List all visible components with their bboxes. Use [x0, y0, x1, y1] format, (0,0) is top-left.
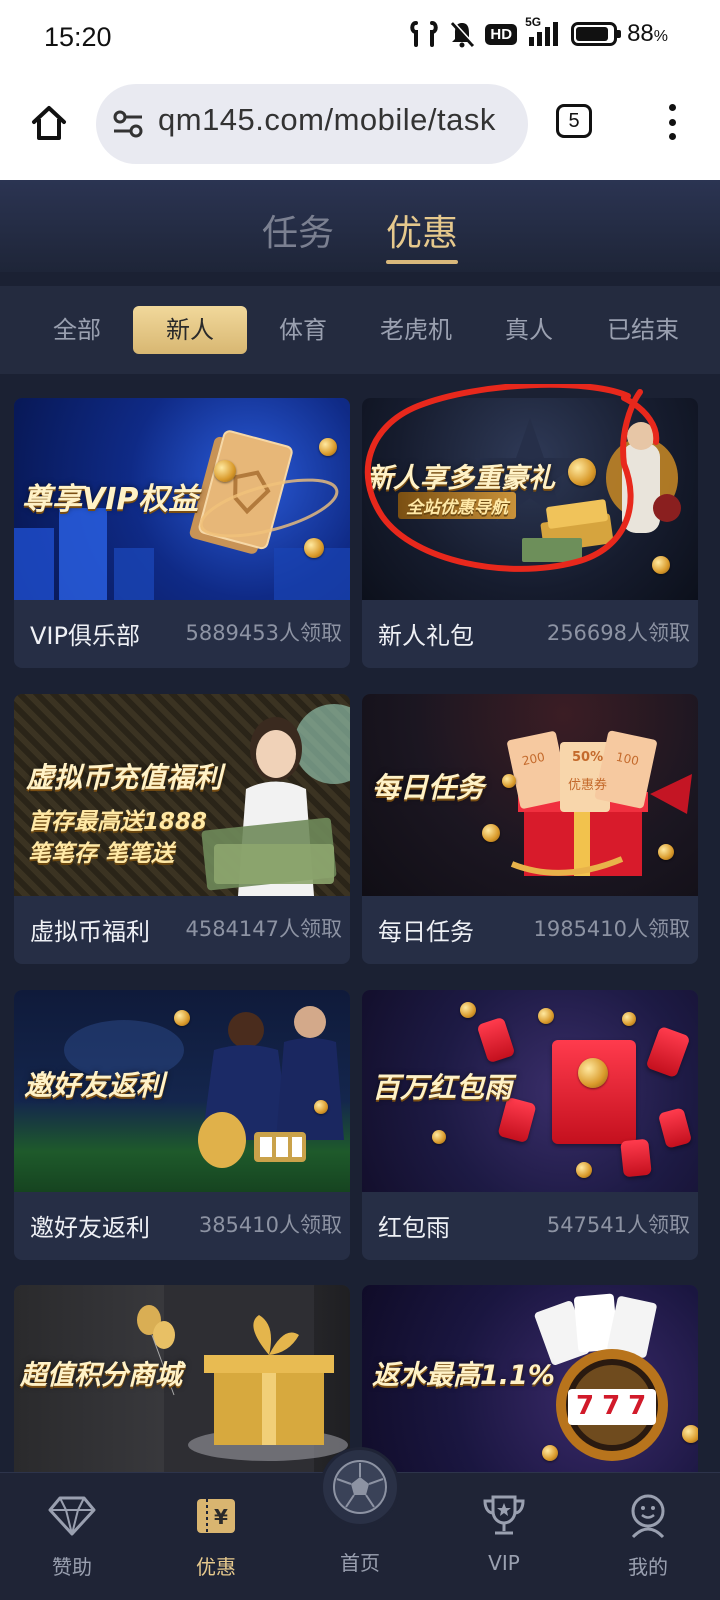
battery-percent: 88	[627, 20, 654, 47]
coupon-label-2: 50%	[572, 750, 604, 765]
nav-label: 赞助	[52, 1555, 92, 1579]
promo-banner: 尊享VIP权益	[14, 398, 350, 600]
nav-label: 优惠	[196, 1555, 236, 1579]
overflow-menu-icon[interactable]	[652, 102, 692, 142]
tab-switcher-button[interactable]: 5	[556, 104, 592, 138]
card-claim-count: 1985410人领取	[533, 917, 690, 941]
nav-label: VIP	[488, 1551, 520, 1575]
promo-card-vip-club[interactable]: 尊享VIP权益 VIP俱乐部 5889453人领取	[14, 398, 350, 668]
bottom-navigation: 赞助 ¥ 优惠 首页 VIP 我的	[0, 1447, 720, 1600]
card-claim-count: 385410人领取	[198, 1213, 342, 1237]
tab-tasks[interactable]: 任务	[262, 204, 334, 256]
svg-text:¥: ¥	[214, 1505, 228, 1529]
category-live-casino[interactable]: 真人	[484, 306, 574, 354]
nav-label-home[interactable]: 首页	[300, 1547, 420, 1576]
banner-title: 新人享多重豪礼	[366, 463, 555, 494]
banner-subtitle-2: 笔笔存 笔笔送	[28, 841, 175, 867]
category-sports[interactable]: 体育	[258, 306, 348, 354]
status-icons: HD 5G 88%	[409, 15, 668, 48]
banner-title: 尊享VIP权益	[22, 482, 199, 517]
earbuds-icon	[409, 20, 439, 48]
url-text[interactable]: qm145.com/mobile/task	[158, 102, 496, 138]
battery-icon	[571, 22, 622, 46]
card-claim-count: 4584147人领取	[185, 917, 342, 941]
ticket-icon: ¥	[191, 1491, 241, 1541]
promo-banner: 超值积分商城	[14, 1285, 350, 1472]
promo-card-daily-tasks[interactable]: 200 50% 100 优惠券 每日任务 每日任务 1985410人领取	[362, 694, 698, 964]
promo-banner: 777 返水最高1.1%	[362, 1285, 698, 1472]
nav-home[interactable]	[320, 1447, 400, 1527]
category-filter: 全部 新人 体育 老虎机 真人 已结束	[0, 286, 720, 374]
nav-vip[interactable]: VIP	[444, 1491, 564, 1575]
banner-subtitle: 首存最高送1888	[28, 809, 208, 835]
promo-card-newcomer-pack[interactable]: 新人享多重豪礼 全站优惠导航 新人礼包 256698人领取	[362, 398, 698, 668]
promo-card-invite-friends[interactable]: 邀好友返利 邀好友返利 385410人领取	[14, 990, 350, 1260]
soccer-ball-icon	[333, 1460, 387, 1514]
promo-banner: 新人享多重豪礼 全站优惠导航	[362, 398, 698, 600]
card-title: 红包雨	[378, 1214, 450, 1242]
slot-digits: 777	[576, 1391, 655, 1421]
home-button[interactable]	[26, 100, 72, 146]
tab-promotions[interactable]: 优惠	[386, 204, 458, 256]
promo-banner: 200 50% 100 优惠券 每日任务	[362, 694, 698, 896]
site-settings-icon[interactable]	[112, 108, 144, 140]
promo-card-points-mall[interactable]: 超值积分商城	[14, 1285, 350, 1472]
category-ended[interactable]: 已结束	[590, 306, 696, 354]
promo-card-crypto-bonus[interactable]: 虚拟币充值福利 首存最高送1888 笔笔存 笔笔送 虚拟币福利 4584147人…	[14, 694, 350, 964]
promo-card-rebate[interactable]: 777 返水最高1.1%	[362, 1285, 698, 1472]
hd-badge: HD	[485, 23, 518, 45]
card-title: 邀好友返利	[30, 1214, 150, 1242]
banner-title: 虚拟币充值福利	[26, 761, 223, 794]
status-time: 15:20	[44, 22, 112, 52]
card-claim-count: 5889453人领取	[185, 621, 342, 645]
banner-title: 返水最高1.1%	[372, 1360, 555, 1391]
top-tabs: 任务 优惠	[0, 180, 720, 272]
browser-toolbar: qm145.com/mobile/task 5	[0, 78, 720, 180]
banner-subtitle: 全站优惠导航	[398, 492, 516, 519]
banner-title: 百万红包雨	[372, 1071, 513, 1104]
card-claim-count: 256698人领取	[546, 621, 690, 645]
battery-percent-sign: %	[653, 28, 668, 45]
nav-profile[interactable]: 我的	[588, 1491, 708, 1580]
card-claim-count: 547541人领取	[546, 1213, 690, 1237]
nav-promotions[interactable]: ¥ 优惠	[156, 1491, 276, 1580]
nav-label: 我的	[628, 1555, 668, 1579]
home-icon	[32, 106, 66, 140]
address-bar[interactable]: qm145.com/mobile/task	[96, 84, 528, 164]
nav-sponsor[interactable]: 赞助	[12, 1491, 132, 1580]
coupon-text: 优惠券	[568, 778, 608, 793]
signal-icon: 5G	[525, 15, 561, 47]
banner-title: 邀好友返利	[24, 1069, 165, 1102]
diamond-icon	[47, 1491, 97, 1541]
status-bar: 15:20 HD 5G 88%	[0, 0, 720, 78]
trophy-icon	[479, 1491, 529, 1541]
card-title: 每日任务	[378, 918, 474, 946]
card-title: 新人礼包	[378, 622, 474, 650]
card-title: 虚拟币福利	[30, 918, 150, 946]
promo-banner: 百万红包雨	[362, 990, 698, 1192]
banner-title: 超值积分商城	[20, 1360, 182, 1391]
category-all[interactable]: 全部	[32, 306, 122, 354]
banner-title: 每日任务	[372, 771, 485, 804]
promo-banner: 虚拟币充值福利 首存最高送1888 笔笔存 笔笔送	[14, 694, 350, 896]
card-title: VIP俱乐部	[30, 622, 140, 650]
smiley-icon	[623, 1491, 673, 1541]
category-slots[interactable]: 老虎机	[366, 306, 466, 354]
promo-card-red-packet-rain[interactable]: 百万红包雨 红包雨 547541人领取	[362, 990, 698, 1260]
mute-bell-icon	[449, 20, 475, 48]
promo-banner: 邀好友返利	[14, 990, 350, 1192]
active-tab-indicator	[386, 260, 458, 264]
network-label: 5G	[525, 15, 542, 29]
category-newcomer[interactable]: 新人	[133, 306, 247, 354]
